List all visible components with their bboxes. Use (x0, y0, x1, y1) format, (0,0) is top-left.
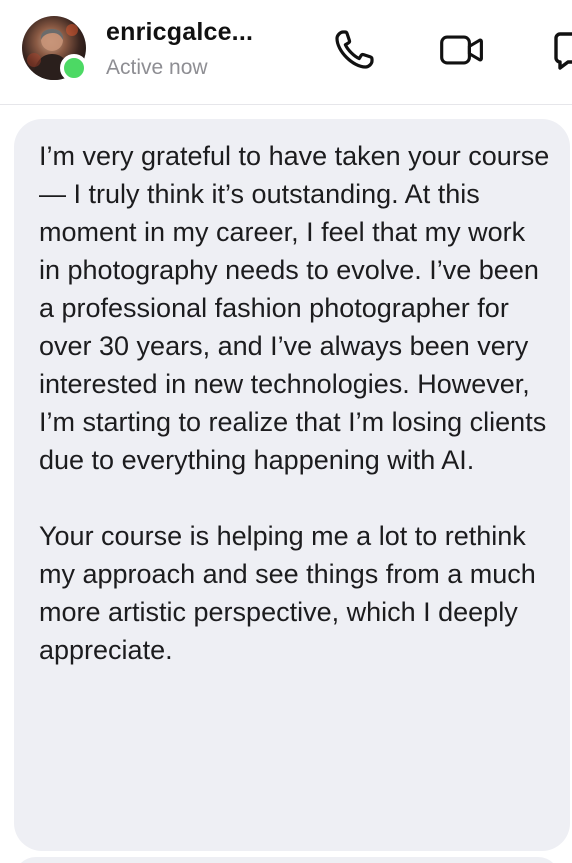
audio-call-button[interactable] (330, 26, 378, 74)
message-paragraph-1: I’m very grateful to have taken your cou… (39, 141, 550, 475)
next-message-bubble[interactable] (14, 857, 560, 863)
contact-name[interactable]: enricgalce... (106, 18, 253, 47)
conversation-header: enricgalce... Active now (0, 0, 572, 105)
message-paragraph-2: Your course is helping me a lot to rethi… (39, 521, 536, 665)
video-call-button[interactable] (438, 26, 486, 74)
more-options-button[interactable] (548, 26, 572, 74)
message-thread[interactable]: I’m very grateful to have taken your cou… (0, 105, 572, 863)
chat-screen: enricgalce... Active now I’m very gratef… (0, 0, 572, 863)
video-camera-icon (440, 35, 483, 65)
incoming-message-bubble[interactable]: I’m very grateful to have taken your cou… (14, 119, 570, 851)
contact-avatar[interactable] (22, 16, 88, 82)
phone-icon (335, 30, 374, 69)
active-status-dot (60, 54, 88, 82)
info-icon (554, 32, 572, 70)
active-status-text: Active now (106, 56, 208, 79)
